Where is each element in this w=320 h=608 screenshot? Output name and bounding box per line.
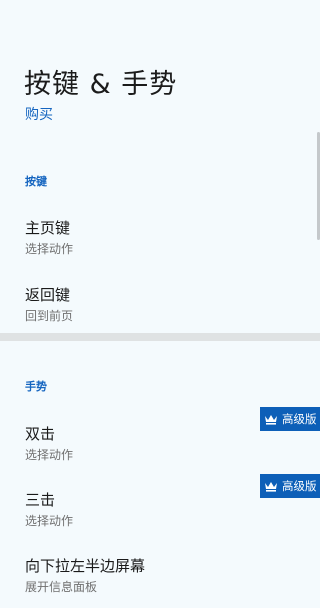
list-item-subtitle: 回到前页 — [25, 309, 74, 323]
list-item-triple-tap[interactable]: 三击 选择动作 — [0, 489, 320, 551]
section-header-gestures: 手势 — [25, 380, 47, 393]
section-header-keys: 按键 — [25, 175, 47, 188]
list-item-title: 三击 — [25, 491, 56, 509]
page-title: 按键 & 手势 — [24, 69, 178, 100]
list-item-title: 向下拉左半边屏幕 — [25, 557, 146, 575]
list-item-subtitle: 展开信息面板 — [25, 580, 98, 594]
buy-link[interactable]: 购买 — [25, 104, 53, 124]
list-item-pull-down-left[interactable]: 向下拉左半边屏幕 展开信息面板 — [0, 555, 320, 608]
crown-icon — [264, 413, 278, 425]
premium-badge[interactable]: 高级版 — [260, 474, 320, 498]
list-item-subtitle: 选择动作 — [25, 242, 74, 256]
section-divider — [0, 333, 320, 341]
list-item-subtitle: 选择动作 — [25, 514, 74, 528]
crown-icon — [264, 480, 278, 492]
list-item-title: 返回键 — [25, 286, 71, 304]
list-item-subtitle: 选择动作 — [25, 448, 74, 462]
premium-badge-label: 高级版 — [282, 412, 317, 426]
list-item-home-key[interactable]: 主页键 选择动作 — [0, 217, 320, 279]
list-item-title: 双击 — [25, 425, 56, 443]
premium-badge-label: 高级版 — [282, 479, 317, 493]
premium-badge[interactable]: 高级版 — [260, 407, 320, 431]
list-item-title: 主页键 — [25, 219, 71, 237]
